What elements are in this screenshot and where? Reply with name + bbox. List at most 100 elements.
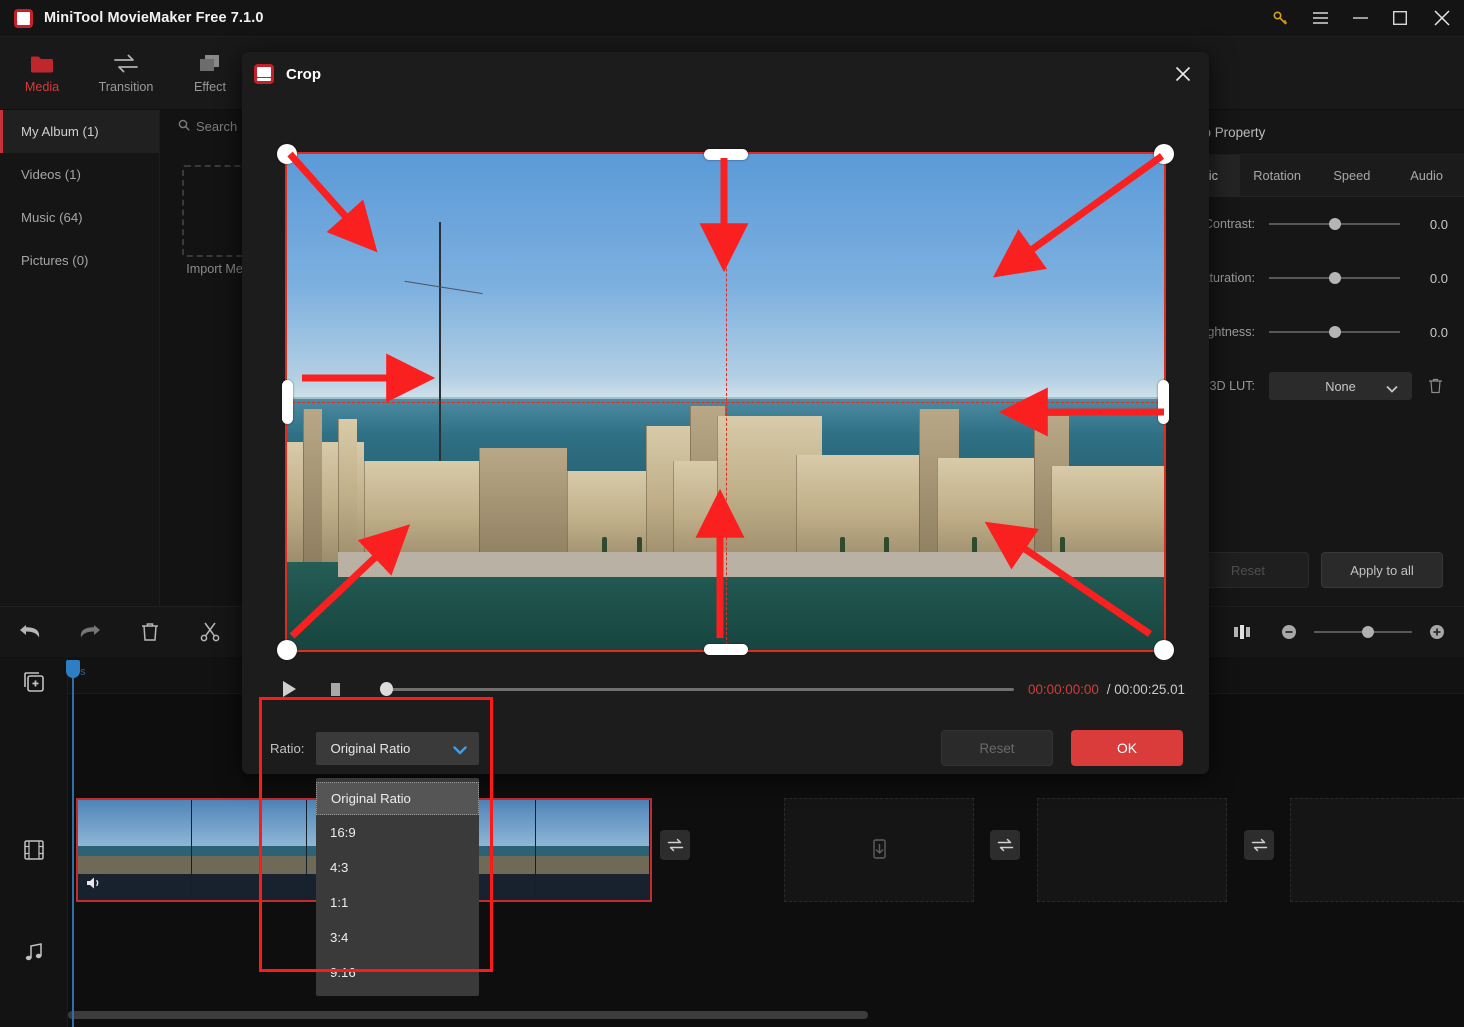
tab-rotation[interactable]: Rotation <box>1240 155 1315 196</box>
total-time-value: 00:00:25.01 <box>1114 681 1185 697</box>
window-controls <box>1260 0 1464 37</box>
crop-playback-bar: 00:00:00:00 / 00:00:25.01 <box>242 660 1209 718</box>
search-icon <box>178 119 190 134</box>
crop-handle-left[interactable] <box>282 380 293 424</box>
crop-ok-button[interactable]: OK <box>1071 730 1183 766</box>
property-action-row: Reset Apply to all <box>1165 552 1464 588</box>
clip-placeholder-3[interactable] <box>1290 798 1464 902</box>
sidebar-item-pictures[interactable]: Pictures (0) <box>0 239 159 282</box>
redo-icon[interactable] <box>60 606 120 658</box>
slider-knob[interactable] <box>1328 326 1341 338</box>
zoom-slider-knob[interactable] <box>1362 626 1374 638</box>
tab-effect[interactable]: Effect <box>168 37 252 110</box>
lut-delete-button[interactable] <box>1422 378 1448 394</box>
scissors-icon[interactable] <box>180 606 240 658</box>
clip-placeholder-1[interactable] <box>784 798 974 902</box>
crop-dialog-close-icon[interactable] <box>1169 60 1197 88</box>
transition-slot-1[interactable] <box>660 830 690 860</box>
ratio-option-label: 3:4 <box>330 930 349 945</box>
tab-audio[interactable]: Audio <box>1389 155 1464 196</box>
add-media-icon[interactable] <box>0 666 68 698</box>
zoom-in-icon[interactable] <box>1424 606 1450 658</box>
scrubber-knob[interactable] <box>380 682 393 696</box>
ratio-option-original[interactable]: Original Ratio <box>316 782 479 815</box>
ratio-option-3-4[interactable]: 3:4 <box>316 920 479 955</box>
ratio-dropdown[interactable]: Original Ratio <box>316 732 480 765</box>
tab-speed[interactable]: Speed <box>1315 155 1390 196</box>
ratio-option-4-3[interactable]: 4:3 <box>316 850 479 885</box>
tab-transition[interactable]: Transition <box>84 37 168 110</box>
slider-knob[interactable] <box>1328 272 1341 284</box>
zoom-slider[interactable] <box>1314 625 1412 639</box>
playhead[interactable] <box>66 660 80 1027</box>
crop-dialog-footer: Ratio: Original Ratio Original Ratio 16:… <box>242 718 1209 996</box>
maximize-icon[interactable] <box>1380 0 1420 37</box>
zoom-out-icon[interactable] <box>1276 606 1302 658</box>
lut-selected-value: None <box>1325 378 1356 394</box>
key-icon[interactable] <box>1260 0 1300 37</box>
tab-media[interactable]: Media <box>0 37 84 110</box>
playback-scrubber[interactable] <box>380 681 1015 697</box>
hamburger-menu-icon[interactable] <box>1300 0 1340 37</box>
apply-to-all-button[interactable]: Apply to all <box>1321 552 1443 588</box>
crop-handle-top[interactable] <box>703 149 748 160</box>
timeline-scrollbar[interactable] <box>68 1011 868 1019</box>
tab-audio-label: Audio <box>1410 168 1443 183</box>
transition-slot-2[interactable] <box>990 830 1020 860</box>
current-time: 00:00:00:00 <box>1028 681 1099 697</box>
search-input[interactable]: Search <box>178 119 237 134</box>
ratio-option-1-1[interactable]: 1:1 <box>316 885 479 920</box>
play-icon[interactable] <box>266 680 312 698</box>
app-title: MiniTool MovieMaker Free 7.1.0 <box>44 10 264 26</box>
sidebar-item-videos[interactable]: Videos (1) <box>0 153 159 196</box>
close-icon[interactable] <box>1420 0 1464 37</box>
sidebar-item-my-album[interactable]: My Album (1) <box>0 110 159 153</box>
crop-handle-right[interactable] <box>1158 380 1169 424</box>
transition-slot-3[interactable] <box>1244 830 1274 860</box>
crop-handle-bottom[interactable] <box>703 644 748 655</box>
contrast-slider[interactable] <box>1269 216 1400 232</box>
chevron-down-icon <box>453 743 468 758</box>
fit-icon[interactable] <box>1212 606 1272 658</box>
ratio-option-label: 9:16 <box>330 965 356 980</box>
brightness-value: 0.0 <box>1429 324 1448 340</box>
crop-selection-box[interactable] <box>277 144 1174 660</box>
zoom-controls <box>1212 606 1464 658</box>
saturation-slider[interactable] <box>1269 270 1400 286</box>
ratio-dropdown-menu[interactable]: Original Ratio 16:9 4:3 1:1 3:4 9:16 <box>316 778 479 996</box>
contrast-row: Contrast: 0.0 <box>1165 197 1464 251</box>
crop-handle-top-right[interactable] <box>1154 144 1174 164</box>
crop-handle-bottom-left[interactable] <box>277 640 297 660</box>
sidebar-item-label: Pictures (0) <box>21 253 89 268</box>
undo-icon[interactable] <box>0 606 60 658</box>
stop-icon[interactable] <box>312 682 358 697</box>
library-sidebar: My Album (1) Videos (1) Music (64) Pictu… <box>0 110 160 606</box>
speaker-icon[interactable] <box>86 876 103 895</box>
transition-arrows-icon <box>113 52 139 74</box>
lut-dropdown[interactable]: None <box>1269 372 1412 400</box>
app-logo-icon <box>14 8 33 28</box>
lut-row: 3D LUT: None <box>1165 359 1464 413</box>
ratio-option-label: Original Ratio <box>331 791 411 806</box>
brightness-slider[interactable] <box>1269 324 1400 340</box>
trash-icon[interactable] <box>120 606 180 658</box>
ratio-option-16-9[interactable]: 16:9 <box>316 815 479 850</box>
crop-action-buttons: Reset OK <box>941 730 1183 766</box>
clip-placeholder-2[interactable] <box>1037 798 1227 902</box>
crop-dialog: Crop 00:00:00:00 / 00:00:25.01 Ratio: Or… <box>242 52 1209 996</box>
ratio-option-9-16[interactable]: 9:16 <box>316 955 479 990</box>
minimize-icon[interactable] <box>1340 0 1380 37</box>
crop-dialog-title: Crop <box>286 65 321 83</box>
folder-icon <box>30 52 54 74</box>
slider-knob[interactable] <box>1328 218 1341 230</box>
apply-to-all-label: Apply to all <box>1350 562 1414 578</box>
crop-handle-top-left[interactable] <box>277 144 297 164</box>
crop-reset-button[interactable]: Reset <box>941 730 1053 766</box>
sidebar-item-music[interactable]: Music (64) <box>0 196 159 239</box>
crop-handle-bottom-right[interactable] <box>1154 640 1174 660</box>
crop-dialog-header: Crop <box>242 52 1209 96</box>
ratio-option-label: 4:3 <box>330 860 349 875</box>
app-window: MiniTool MovieMaker Free 7.1.0 Media Tra… <box>0 0 1464 1027</box>
property-reset-label: Reset <box>1231 562 1265 578</box>
property-tab-bar: Basic Rotation Speed Audio <box>1165 155 1464 197</box>
